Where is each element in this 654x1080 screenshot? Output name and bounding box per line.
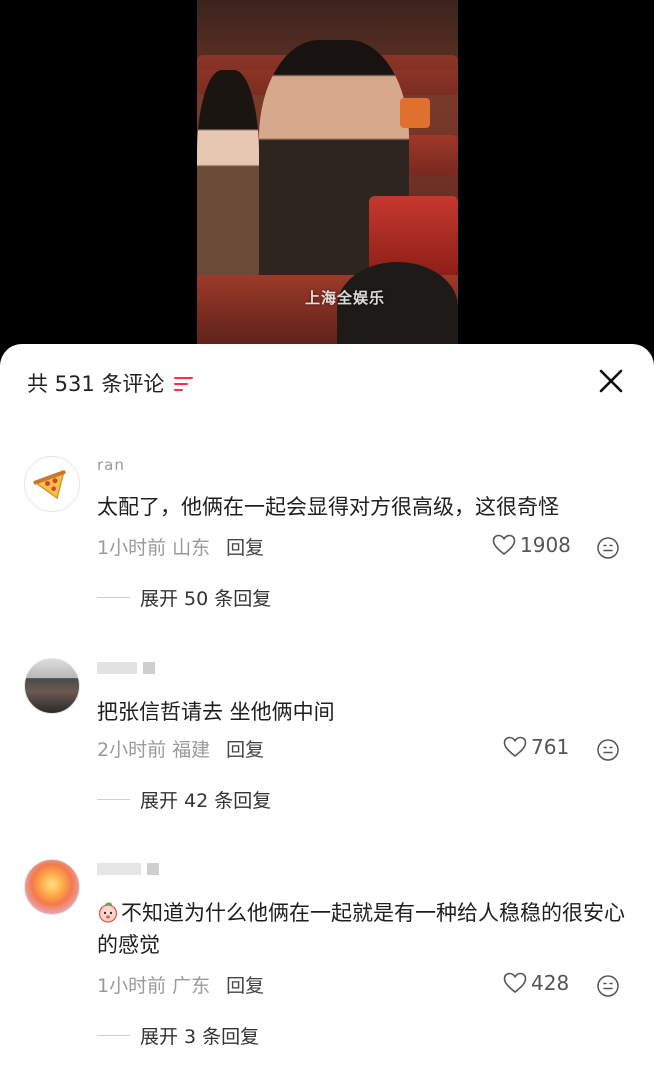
expand-replies-label: 展开 3 条回复: [140, 1026, 260, 1048]
comment-location: 福建: [172, 739, 211, 761]
divider-line: [97, 1035, 130, 1036]
reply-button[interactable]: 回复: [226, 533, 264, 560]
sunset-avatar[interactable]: [24, 859, 80, 915]
reply-button[interactable]: 回复: [226, 971, 264, 998]
pizza-avatar[interactable]: [24, 456, 80, 512]
expand-replies-button[interactable]: 展开 3 条回复: [97, 1022, 259, 1049]
emoji-reaction-icon[interactable]: [596, 974, 620, 998]
comment-location: 山东: [172, 537, 211, 559]
comment-time: 2小时前: [97, 739, 167, 761]
heart-icon: [503, 736, 527, 758]
expand-replies-button[interactable]: 展开 50 条回复: [97, 584, 271, 611]
close-button[interactable]: [596, 366, 626, 396]
video-watermark: 上海全娱乐: [305, 289, 386, 307]
divider-line: [97, 597, 130, 598]
redacted-block: [97, 862, 141, 875]
person-woman: [197, 70, 259, 280]
comment-meta: 2小时前 福建 回复: [97, 735, 264, 762]
expand-replies-label: 展开 42 条回复: [140, 790, 272, 812]
heart-icon: [492, 534, 516, 556]
like-count: 1908: [520, 533, 571, 557]
close-icon: [599, 369, 623, 393]
expand-replies-button[interactable]: 展开 42 条回复: [97, 786, 271, 813]
reply-button[interactable]: 回复: [226, 735, 264, 762]
comment-location: 广东: [172, 975, 211, 997]
comment-username[interactable]: [97, 658, 155, 676]
like-count: 761: [531, 735, 570, 759]
video-preview[interactable]: 上海全娱乐: [197, 0, 458, 345]
peach-emoji-icon: [98, 902, 118, 923]
phone: [400, 98, 430, 128]
comment-username[interactable]: ran: [97, 456, 125, 474]
redacted-block: [147, 862, 159, 875]
emoji-reaction-icon[interactable]: [596, 738, 620, 762]
comment-sheet: 共 531 条评论 ran 太配了，他俩在一起会显得对方很高级，这很奇怪 1小时…: [0, 344, 654, 1080]
redacted-block: [143, 661, 155, 674]
comment-username[interactable]: [97, 859, 159, 877]
comment-time: 1小时前: [97, 975, 167, 997]
heart-icon: [503, 972, 527, 994]
comment-text-body: 不知道为什么他俩在一起就是有一种给人稳稳的很安心的感觉: [97, 901, 625, 957]
comment-count-title: 共 531 条评论: [27, 372, 165, 396]
emoji-reaction-icon[interactable]: [596, 536, 620, 560]
photo-avatar[interactable]: [24, 658, 80, 714]
filter-lines-icon[interactable]: [174, 375, 194, 391]
like-count: 428: [531, 971, 570, 995]
expand-replies-label: 展开 50 条回复: [140, 588, 272, 610]
comment-text: 不知道为什么他俩在一起就是有一种给人稳稳的很安心的感觉: [97, 897, 637, 961]
sheet-header: 共 531 条评论: [27, 368, 194, 398]
comment-meta: 1小时前 山东 回复: [97, 533, 264, 560]
comment-time: 1小时前: [97, 537, 167, 559]
divider-line: [97, 799, 130, 800]
like-button[interactable]: 428: [503, 971, 569, 995]
comment-meta: 1小时前 广东 回复: [97, 971, 264, 998]
like-button[interactable]: 1908: [492, 533, 571, 557]
comment-text: 太配了，他俩在一起会显得对方很高级，这很奇怪: [97, 495, 559, 519]
like-button[interactable]: 761: [503, 735, 569, 759]
comment-text: 把张信哲请去 坐他俩中间: [97, 700, 335, 724]
redacted-block: [97, 661, 137, 674]
